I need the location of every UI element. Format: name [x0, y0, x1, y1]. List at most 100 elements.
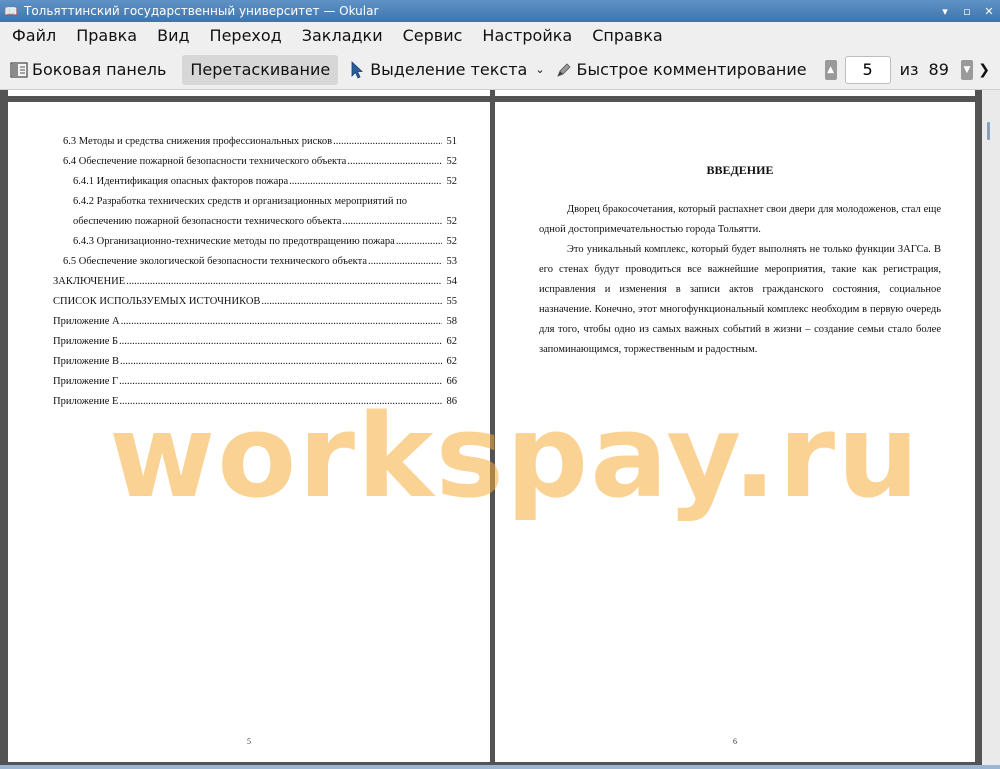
toc-leader-dots [119, 376, 442, 387]
page-number-footer: 5 [247, 737, 251, 746]
toc-entry-page: 86 [446, 396, 458, 407]
browse-tool-button[interactable]: Перетаскивание [182, 54, 339, 85]
toc-entry: Приложение В 62 [53, 356, 457, 376]
menu-go[interactable]: Переход [202, 22, 290, 50]
toc-entry-page: 52 [446, 176, 458, 187]
toc-leader-dots [119, 396, 442, 407]
minimize-icon[interactable]: ▾ [934, 0, 956, 22]
total-pages: 89 [928, 60, 949, 79]
section-heading: ВВЕДЕНИЕ [706, 163, 774, 177]
menu-settings[interactable]: Настройка [474, 22, 580, 50]
toc-entry: Приложение Г 66 [53, 376, 457, 396]
toc-entry: Приложение Е 86 [53, 396, 457, 416]
paragraph: Дворец бракосочетания, который распахнет… [539, 204, 941, 235]
toc-entry-title: 6.4.2 Разработка технических средств и о… [73, 196, 407, 207]
sidebar-button-label: Боковая панель [32, 60, 167, 79]
toc-entry-page: 51 [446, 136, 458, 147]
toc-entry-page: 66 [446, 376, 458, 387]
toc-entry: 6.5 Обеспечение экологической безопаснос… [53, 256, 457, 276]
toc-entry: обеспечению пожарной безопасности технич… [53, 216, 457, 236]
vertical-scrollbar[interactable] [982, 90, 1000, 769]
toc-entry-page: 58 [446, 316, 458, 327]
toc-leader-dots [121, 316, 442, 327]
quick-annotations-button[interactable]: Быстрое комментирование [549, 55, 813, 85]
toc-entry-title: 6.4.3 Организационно-технические методы … [73, 236, 395, 247]
toc-leader-dots [396, 236, 442, 247]
toc-entry: 6.4.3 Организационно-технические методы … [53, 236, 457, 256]
toc-entry-title: 6.3 Методы и средства снижения профессио… [63, 136, 333, 147]
toc-leader-dots [120, 356, 442, 367]
toc-entry: 6.4.2 Разработка технических средств и о… [53, 196, 457, 216]
window-bottom-border [0, 765, 1000, 769]
toc-entry-title: Приложение Е [53, 396, 119, 407]
page-of-label: из [899, 60, 919, 79]
introduction-section: ВВЕДЕНИЕ Дворец бракосочетания, который … [539, 162, 941, 360]
sidebar-button[interactable]: Боковая панель [4, 55, 172, 85]
pen-icon [555, 61, 573, 79]
toc-leader-dots [126, 276, 442, 287]
toc-entry-title: ЗАКЛЮЧЕНИЕ [53, 276, 126, 287]
toc-entry-title: СПИСОК ИСПОЛЬЗУЕМЫХ ИСТОЧНИКОВ [53, 296, 261, 307]
menu-tools[interactable]: Сервис [395, 22, 471, 50]
quick-annotations-label: Быстрое комментирование [576, 60, 807, 79]
toc-entry-page: 52 [446, 156, 458, 167]
title-bar: 📖 Тольяттинский государственный универси… [0, 0, 1000, 22]
previous-page-strip [495, 90, 975, 96]
toc-entry-page: 52 [446, 216, 458, 227]
previous-page-strip [8, 90, 490, 96]
main-toolbar: Боковая панель Перетаскивание Выделение … [0, 50, 1000, 90]
scrollbar-thumb[interactable] [987, 122, 990, 140]
toc-entry: СПИСОК ИСПОЛЬЗУЕМЫХ ИСТОЧНИКОВ 55 [53, 296, 457, 316]
toc-leader-dots [333, 136, 442, 147]
toc-entry-page: 53 [446, 256, 458, 267]
okular-app-icon: 📖 [4, 4, 18, 18]
cursor-icon [348, 60, 366, 79]
previous-page-icon[interactable]: ▲ [824, 59, 837, 80]
document-page-6: ВВЕДЕНИЕ Дворец бракосочетания, который … [495, 102, 975, 762]
toc-entry-title: Приложение Б [53, 336, 119, 347]
toolbar-overflow-icon[interactable]: ❯ [978, 62, 990, 78]
toc-entry-page: 62 [446, 336, 458, 347]
toc-entry: ЗАКЛЮЧЕНИЕ 54 [53, 276, 457, 296]
close-icon[interactable]: ✕ [978, 0, 1000, 22]
menu-file[interactable]: Файл [4, 22, 64, 50]
toc-entry-title: 6.5 Обеспечение экологической безопаснос… [63, 256, 367, 267]
menu-view[interactable]: Вид [149, 22, 197, 50]
document-page-5: 6.3 Методы и средства снижения профессио… [8, 102, 490, 762]
document-view[interactable]: 6.3 Методы и средства снижения профессио… [0, 90, 1000, 769]
toc-entry: 6.4 Обеспечение пожарной безопасности те… [53, 156, 457, 176]
toc-entry-title: 6.4 Обеспечение пожарной безопасности те… [63, 156, 347, 167]
toc-entry-page: 54 [446, 276, 458, 287]
menu-bookmarks[interactable]: Закладки [294, 22, 391, 50]
menu-edit[interactable]: Правка [68, 22, 145, 50]
toc-entry-page: 52 [446, 236, 458, 247]
sidebar-icon [10, 61, 28, 79]
text-select-tool-button[interactable]: Выделение текста [342, 55, 533, 85]
table-of-contents: 6.3 Методы и средства снижения профессио… [53, 136, 457, 416]
paragraph: Это уникальный комплекс, который будет в… [539, 244, 941, 355]
menu-help[interactable]: Справка [584, 22, 671, 50]
toc-entry: Приложение А 58 [53, 316, 457, 336]
page-number-footer: 6 [733, 737, 737, 746]
toc-entry: Приложение Б 62 [53, 336, 457, 356]
toc-entry-title: Приложение Г [53, 376, 119, 387]
toc-entry-title: Приложение В [53, 356, 119, 367]
toc-entry-title: Приложение А [53, 316, 120, 327]
next-page-icon[interactable]: ▼ [960, 59, 973, 80]
toc-entry-page: 55 [446, 296, 458, 307]
toc-leader-dots [261, 296, 442, 307]
toc-leader-dots [368, 256, 442, 267]
toc-entry-title: 6.4.1 Идентификация опасных факторов пож… [73, 176, 289, 187]
toc-leader-dots [119, 336, 442, 347]
chevron-down-icon[interactable]: ⌄ [535, 63, 544, 76]
toc-entry: 6.3 Методы и средства снижения профессио… [53, 136, 457, 156]
maximize-icon[interactable]: ▫ [956, 0, 978, 22]
window-title: Тольяттинский государственный университе… [24, 4, 379, 18]
page-number-input[interactable] [844, 55, 891, 84]
browse-tool-label: Перетаскивание [190, 60, 331, 79]
toc-entry-title: обеспечению пожарной безопасности технич… [73, 216, 342, 227]
toc-leader-dots [289, 176, 442, 187]
toc-leader-dots [347, 156, 442, 167]
toc-entry-page: 62 [446, 356, 458, 367]
toc-entry: 6.4.1 Идентификация опасных факторов пож… [53, 176, 457, 196]
